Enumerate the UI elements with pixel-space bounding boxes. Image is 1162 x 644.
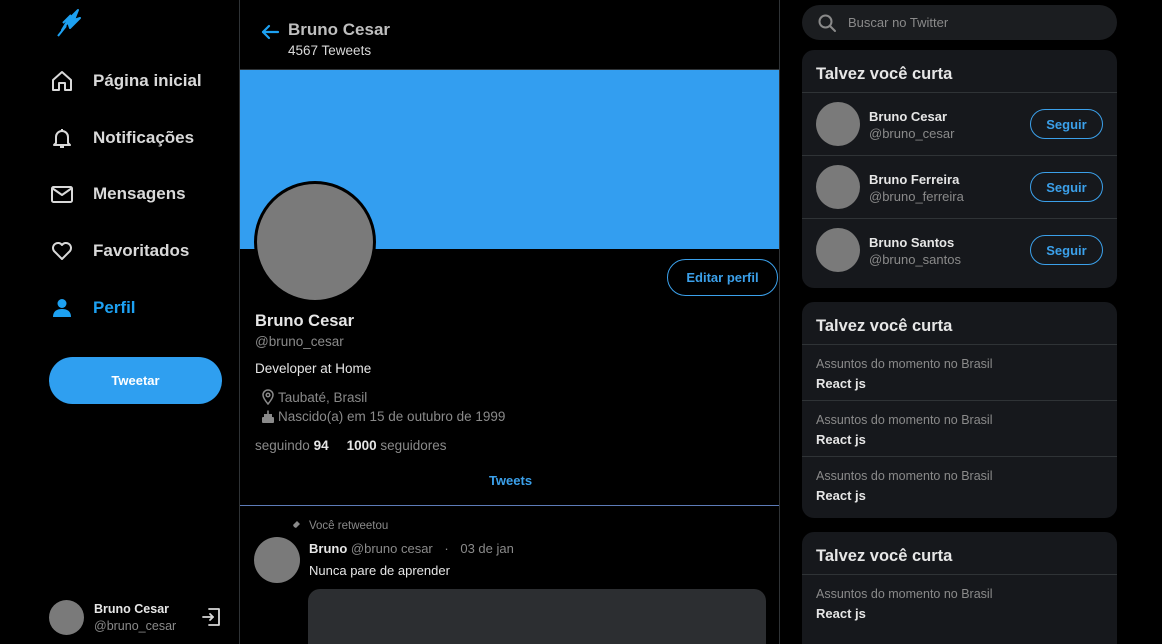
birthdate-text: Nascido(a) em 15 de outubro de 1999 <box>278 408 506 424</box>
following-count: 94 <box>313 438 329 453</box>
pin-retweet-icon <box>290 521 300 532</box>
trend-topic: React js <box>816 432 866 447</box>
tweet-count: 4567 Teweets <box>288 43 372 58</box>
user-icon <box>49 295 75 321</box>
nav-notifications-label: Notificações <box>93 128 195 147</box>
edit-profile-button[interactable]: Editar perfil <box>667 259 778 296</box>
account-name: Bruno Cesar <box>94 602 170 616</box>
follow-button[interactable]: Seguir <box>1030 172 1103 202</box>
tweet-author-name[interactable]: Bruno <box>309 541 347 556</box>
mail-icon <box>49 181 75 207</box>
trend-topic: React js <box>816 488 866 503</box>
nav-messages[interactable]: Mensagens <box>49 174 186 214</box>
following-label: seguindo <box>255 438 310 453</box>
trend-item[interactable]: Assuntos do momento no Brasil React js <box>802 345 1117 401</box>
follow-button[interactable]: Seguir <box>1030 235 1103 265</box>
follow-stats: seguindo 94 1000 seguidores <box>255 438 446 453</box>
nav-home[interactable]: Página inicial <box>49 61 202 101</box>
account-handle: @bruno_cesar <box>94 619 177 633</box>
nav-favorites[interactable]: Favoritados <box>49 231 189 271</box>
tweet-media[interactable] <box>308 589 766 644</box>
trend-context: Assuntos do momento no Brasil <box>816 469 993 483</box>
search-icon <box>818 14 836 32</box>
suggestion-handle: @bruno_ferreira <box>869 189 964 204</box>
search-input[interactable] <box>848 15 1098 30</box>
tab-tweets[interactable]: Tweets <box>240 473 779 488</box>
tweet-separator: · <box>444 541 449 556</box>
tab-underline <box>240 505 779 506</box>
profile-bio: Developer at Home <box>255 361 372 376</box>
suggestion-handle: @bruno_santos <box>869 252 961 267</box>
trend-item[interactable]: Assuntos do momento no Brasil React js <box>802 575 1117 631</box>
avatar <box>816 228 860 272</box>
following-stat[interactable]: seguindo 94 <box>255 438 329 453</box>
follow-button[interactable]: Seguir <box>1030 109 1103 139</box>
trend-item[interactable]: Assuntos do momento no Brasil React js <box>802 401 1117 457</box>
profile-birthdate: Nascido(a) em 15 de outubro de 1999 <box>260 407 505 425</box>
profile-name: Bruno Cesar <box>255 312 355 330</box>
tweet-date[interactable]: 03 de jan <box>460 541 514 556</box>
tweet-text: Nunca pare de aprender <box>309 563 450 578</box>
tweet-header: Bruno @bruno cesar · 03 de jan <box>309 541 514 556</box>
page-title: Bruno Cesar <box>288 20 391 39</box>
tweet-button[interactable]: Tweetar <box>49 357 222 404</box>
nav-favorites-label: Favoritados <box>93 241 190 260</box>
profile-column: Bruno Cesar 4567 Teweets Editar perfil B… <box>239 0 780 644</box>
tweet-author-avatar[interactable] <box>254 537 300 583</box>
follow-suggestion[interactable]: Bruno Ferreira @bruno_ferreira Seguir <box>802 156 1117 219</box>
tweet-author-handle: @bruno cesar <box>350 541 433 556</box>
home-icon <box>49 68 75 94</box>
follow-suggestion[interactable]: Bruno Santos @bruno_santos Seguir <box>802 219 1117 282</box>
trend-context: Assuntos do momento no Brasil <box>816 413 993 427</box>
nav-home-label: Página inicial <box>93 71 202 90</box>
left-sidebar: Página inicial Notificações Mensagens Fa… <box>0 0 240 644</box>
suggestion-name: Bruno Santos <box>869 235 955 250</box>
nav-notifications[interactable]: Notificações <box>49 118 194 158</box>
trend-item[interactable]: Assuntos do momento no Brasil React js <box>802 457 1117 513</box>
bell-icon <box>49 125 75 151</box>
followers-label: seguidores <box>380 438 447 453</box>
avatar <box>49 600 84 635</box>
trends-card-secondary: Talvez você curta Assuntos do momento no… <box>802 532 1117 644</box>
nav-messages-label: Mensagens <box>93 184 186 203</box>
back-arrow-icon[interactable] <box>260 22 280 42</box>
suggestion-name: Bruno Cesar <box>869 109 948 124</box>
search-box <box>802 5 1117 40</box>
card-title: Talvez você curta <box>802 50 1117 93</box>
retweet-note: Você retweetou <box>309 520 389 532</box>
cake-icon <box>260 408 276 424</box>
logout-icon[interactable] <box>201 607 221 627</box>
account-switcher[interactable]: Bruno Cesar @bruno_cesar <box>49 600 229 636</box>
heart-icon <box>49 238 75 264</box>
location-pin-icon <box>260 389 276 405</box>
suggestion-name: Bruno Ferreira <box>869 172 960 187</box>
profile-location: Taubaté, Brasil <box>260 388 367 406</box>
nav-profile-label: Perfil <box>93 298 136 317</box>
nav-profile[interactable]: Perfil <box>49 288 136 328</box>
bird-logo-icon[interactable] <box>54 8 82 38</box>
trend-context: Assuntos do momento no Brasil <box>816 587 993 601</box>
avatar <box>816 165 860 209</box>
trend-context: Assuntos do momento no Brasil <box>816 357 993 371</box>
suggestion-handle: @bruno_cesar <box>869 126 955 141</box>
trend-topic: React js <box>816 606 866 621</box>
location-text: Taubaté, Brasil <box>278 389 368 405</box>
followers-count: 1000 <box>346 438 377 453</box>
profile-avatar[interactable] <box>254 181 376 303</box>
who-to-follow-card: Talvez você curta Bruno Cesar @bruno_ces… <box>802 50 1117 288</box>
followers-stat[interactable]: 1000 seguidores <box>347 438 447 453</box>
trends-card: Talvez você curta Assuntos do momento no… <box>802 302 1117 518</box>
follow-suggestion[interactable]: Bruno Cesar @bruno_cesar Seguir <box>802 93 1117 156</box>
card-title: Talvez você curta <box>802 532 1117 575</box>
trend-topic: React js <box>816 376 866 391</box>
avatar <box>816 102 860 146</box>
profile-handle: @bruno_cesar <box>255 334 344 349</box>
card-title: Talvez você curta <box>802 302 1117 345</box>
